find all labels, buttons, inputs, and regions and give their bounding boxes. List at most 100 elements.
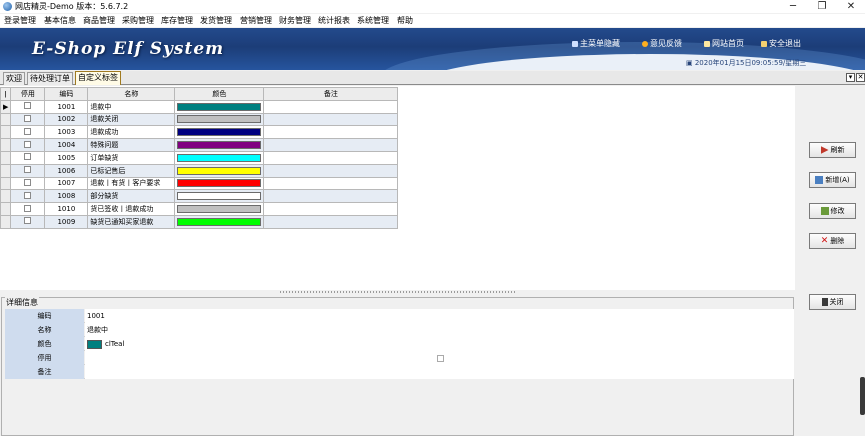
- col-note[interactable]: 备注: [263, 87, 399, 101]
- color-swatch: [177, 179, 262, 188]
- tab-dropdown-icon[interactable]: ▾: [846, 73, 855, 82]
- disabled-cell[interactable]: [10, 138, 46, 152]
- disabled-checkbox[interactable]: [24, 140, 32, 148]
- edit-icon: [820, 207, 829, 215]
- disabled-checkbox[interactable]: [24, 191, 32, 199]
- detail-label-color: 颜色: [5, 337, 84, 351]
- color-swatch: [177, 128, 262, 137]
- lock-icon: [761, 40, 767, 47]
- col-disabled[interactable]: 停用: [10, 87, 46, 101]
- table-row[interactable]: 1004 特殊问题: [0, 138, 399, 152]
- disabled-checkbox[interactable]: [24, 204, 32, 212]
- detail-disabled-checkbox[interactable]: [437, 354, 444, 362]
- exit-icon: [821, 298, 828, 306]
- detail-color-name: clTeal: [105, 340, 125, 348]
- detail-name-field[interactable]: 退款中: [85, 323, 794, 337]
- add-icon: [815, 176, 824, 184]
- menu-shipping[interactable]: 发货管理: [200, 15, 232, 26]
- scrollbar-thumb[interactable]: [860, 377, 865, 415]
- table-row[interactable]: 1009 缺货已通知买家退款: [0, 214, 399, 229]
- disabled-checkbox[interactable]: [24, 217, 32, 225]
- detail-note-field[interactable]: [85, 365, 794, 379]
- menu-reports[interactable]: 统计报表: [318, 15, 350, 26]
- color-cell: [174, 112, 265, 127]
- disabled-cell[interactable]: [10, 163, 46, 178]
- detail-row-code: 编码 1001: [5, 309, 794, 323]
- delete-button[interactable]: ✕ 删除: [809, 233, 856, 249]
- disabled-cell[interactable]: [10, 125, 46, 140]
- code-cell: 1002: [44, 112, 89, 127]
- maximize-button[interactable]: ❐: [808, 0, 836, 13]
- table-row[interactable]: 1006 已标记售后: [0, 163, 399, 178]
- detail-row-disabled: 停用: [5, 351, 794, 365]
- tab-close-icon[interactable]: ✕: [856, 73, 865, 82]
- menu-help[interactable]: 帮助: [397, 15, 413, 26]
- table-row[interactable]: 1007 退款丨有货丨客户要求: [0, 176, 399, 191]
- table-row[interactable]: 1003 退款成功: [0, 125, 399, 140]
- logout-link[interactable]: 安全退出: [761, 38, 801, 49]
- detail-row-note: 备注: [5, 365, 794, 379]
- row-indicator: [0, 125, 12, 140]
- hide-main-menu-link[interactable]: 主菜单隐藏: [572, 38, 620, 49]
- menu-system[interactable]: 系统管理: [357, 15, 389, 26]
- table-row[interactable]: 1005 订单缺货: [0, 150, 399, 165]
- edit-button[interactable]: 修改: [809, 203, 856, 219]
- color-cell: [174, 125, 265, 140]
- tab-pending-orders[interactable]: 待处理订单: [27, 72, 73, 85]
- disabled-cell[interactable]: [10, 112, 46, 127]
- minimize-button[interactable]: ─: [779, 0, 807, 13]
- disabled-checkbox[interactable]: [24, 127, 32, 135]
- table-row[interactable]: ▶ 1001 退款中: [0, 99, 399, 114]
- detail-label-code: 编码: [5, 309, 84, 323]
- color-swatch: [177, 192, 262, 201]
- add-button[interactable]: 新增(A): [809, 172, 856, 188]
- menu-finance[interactable]: 财务管理: [279, 15, 311, 26]
- menu-purchase[interactable]: 采购管理: [122, 15, 154, 26]
- table-row[interactable]: 1010 货已签收丨退款成功: [0, 202, 399, 216]
- detail-row-name: 名称 退款中: [5, 323, 794, 337]
- close-button[interactable]: 关闭: [809, 294, 856, 310]
- nav-label: 主菜单隐藏: [580, 39, 620, 48]
- table-row[interactable]: 1008 部分缺货: [0, 189, 399, 204]
- col-name[interactable]: 名称: [87, 87, 176, 101]
- menu-inventory[interactable]: 库存管理: [161, 15, 193, 26]
- name-cell: 退款丨有货丨客户要求: [87, 176, 176, 191]
- disabled-checkbox[interactable]: [24, 153, 32, 161]
- disabled-checkbox[interactable]: [24, 178, 32, 186]
- disabled-cell[interactable]: [10, 214, 46, 229]
- menu-login[interactable]: 登录管理: [4, 15, 36, 26]
- col-code[interactable]: 编码: [44, 87, 89, 101]
- homepage-link[interactable]: 网站首页: [704, 38, 744, 49]
- refresh-button[interactable]: 刷新: [809, 142, 856, 158]
- tab-welcome[interactable]: 欢迎: [3, 72, 25, 85]
- disabled-checkbox[interactable]: [24, 102, 32, 110]
- color-cell: [174, 150, 265, 165]
- disabled-cell[interactable]: [10, 202, 46, 216]
- tab-custom-tags[interactable]: 自定义标签: [75, 71, 121, 85]
- detail-disabled-field[interactable]: [85, 351, 794, 365]
- button-label: 删除: [830, 237, 845, 245]
- disabled-checkbox[interactable]: [24, 114, 32, 122]
- menu-marketing[interactable]: 营销管理: [240, 15, 272, 26]
- splitter-handle[interactable]: [280, 291, 516, 293]
- disabled-cell[interactable]: [10, 176, 46, 191]
- disabled-cell[interactable]: [10, 150, 46, 165]
- close-window-button[interactable]: ✕: [837, 0, 865, 13]
- disabled-cell[interactable]: [10, 189, 46, 204]
- disabled-checkbox[interactable]: [24, 166, 32, 174]
- feedback-link[interactable]: 意见反馈: [642, 38, 682, 49]
- name-cell: 退款关闭: [87, 112, 176, 127]
- name-cell: 货已签收丨退款成功: [87, 202, 176, 216]
- table-row[interactable]: 1002 退款关闭: [0, 112, 399, 127]
- detail-code-field[interactable]: 1001: [85, 309, 794, 323]
- header-banner: E-Shop Elf System 主菜单隐藏 意见反馈 网站首页 安全退出 ▣…: [0, 28, 865, 70]
- code-cell: 1003: [44, 125, 89, 140]
- row-indicator: [0, 189, 12, 204]
- detail-color-field[interactable]: clTeal: [85, 337, 794, 351]
- detail-panel: 详细信息 编码 1001 名称 退款中 颜色 clTeal 停用 备注: [0, 294, 795, 436]
- menu-products[interactable]: 商品管理: [83, 15, 115, 26]
- menu-basic-info[interactable]: 基本信息: [44, 15, 76, 26]
- col-color[interactable]: 颜色: [174, 87, 265, 101]
- disabled-cell[interactable]: [10, 99, 46, 114]
- nav-label: 意见反馈: [650, 39, 682, 48]
